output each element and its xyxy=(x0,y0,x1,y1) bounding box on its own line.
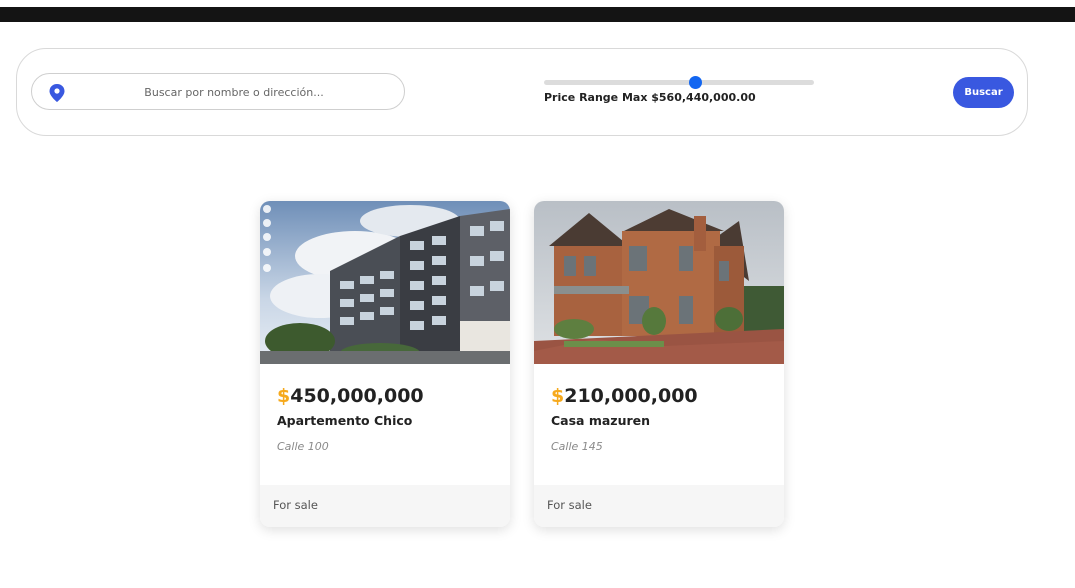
listing-title[interactable]: Apartemento Chico xyxy=(277,413,412,428)
building-photo-icon xyxy=(260,201,510,364)
listing-status: For sale xyxy=(534,485,784,527)
price-value: 450,000,000 xyxy=(290,385,424,407)
price-range-slider-thumb[interactable] xyxy=(689,76,703,89)
price-range-slider[interactable] xyxy=(544,76,814,89)
listing-price: $450,000,000 xyxy=(277,385,424,407)
location-pin-icon xyxy=(49,84,65,102)
listing-title[interactable]: Casa mazuren xyxy=(551,413,650,428)
price-value: 210,000,000 xyxy=(564,385,698,407)
search-box[interactable] xyxy=(31,73,405,110)
listing-price: $210,000,000 xyxy=(551,385,698,407)
listing-card[interactable]: $210,000,000 Casa mazuren Calle 145 For … xyxy=(534,201,784,527)
listing-address: Calle 145 xyxy=(551,440,603,453)
price-range-label: Price Range Max $560,440,000.00 xyxy=(544,91,756,104)
house-photo-icon xyxy=(534,201,784,364)
search-panel: Price Range Max $560,440,000.00 Buscar xyxy=(16,48,1028,136)
price-currency: $ xyxy=(277,385,291,407)
listing-status: For sale xyxy=(260,485,510,527)
search-input[interactable] xyxy=(78,78,390,106)
top-bar xyxy=(0,7,1075,22)
listing-address: Calle 100 xyxy=(277,440,329,453)
price-currency: $ xyxy=(551,385,565,407)
search-button[interactable]: Buscar xyxy=(953,77,1014,108)
listing-card[interactable]: $450,000,000 Apartemento Chico Calle 100… xyxy=(260,201,510,527)
